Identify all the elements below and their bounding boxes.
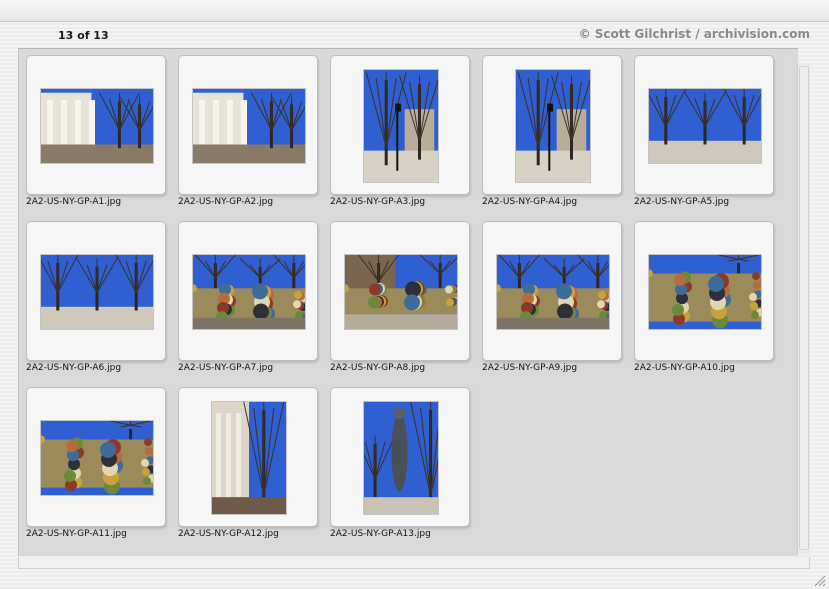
copyright-notice: © Scott Gilchrist / archivision.com — [578, 27, 810, 41]
thumbnail-filename: 2A2-US-NY-GP-A5.jpg — [634, 197, 730, 207]
thumbnail-item[interactable]: 2A2-US-NY-GP-A3.jpg — [323, 49, 473, 209]
horizontal-scroll-area[interactable] — [18, 557, 810, 569]
thumbnail-image[interactable] — [649, 255, 761, 329]
thumbnail-card[interactable] — [330, 221, 470, 361]
thumbnail-item[interactable]: 2A2-US-NY-GP-A13.jpg — [323, 381, 473, 541]
window-top-bar — [0, 0, 829, 22]
thumbnail-item[interactable]: 2A2-US-NY-GP-A9.jpg — [475, 215, 625, 375]
thumbnail-item[interactable]: 2A2-US-NY-GP-A6.jpg — [19, 215, 169, 375]
thumbnail-grid: 2A2-US-NY-GP-A1.jpg 2A2-US-NY-GP-A2.jpg 2A… — [18, 48, 798, 556]
thumbnail-card[interactable] — [26, 55, 166, 195]
thumbnail-image[interactable] — [345, 255, 457, 329]
thumbnail-filename: 2A2-US-NY-GP-A1.jpg — [26, 197, 122, 207]
vertical-scrollbar[interactable] — [797, 64, 810, 554]
thumbnail-image[interactable] — [193, 89, 305, 163]
thumbnail-filename: 2A2-US-NY-GP-A12.jpg — [178, 529, 279, 539]
thumbnail-filename: 2A2-US-NY-GP-A11.jpg — [26, 529, 127, 539]
thumbnail-item[interactable]: 2A2-US-NY-GP-A8.jpg — [323, 215, 473, 375]
thumbnail-item[interactable]: 2A2-US-NY-GP-A4.jpg — [475, 49, 625, 209]
thumbnail-filename: 2A2-US-NY-GP-A4.jpg — [482, 197, 578, 207]
thumbnail-card[interactable] — [634, 221, 774, 361]
thumbnail-filename: 2A2-US-NY-GP-A10.jpg — [634, 363, 735, 373]
thumbnail-image[interactable] — [516, 70, 590, 182]
thumbnail-filename: 2A2-US-NY-GP-A3.jpg — [330, 197, 426, 207]
thumbnail-image[interactable] — [41, 89, 153, 163]
thumbnail-card[interactable] — [482, 221, 622, 361]
image-counter: 13 of 13 — [58, 29, 109, 42]
scrollbar-thumb[interactable] — [799, 66, 809, 550]
thumbnail-card[interactable] — [178, 55, 318, 195]
thumbnail-item[interactable]: 2A2-US-NY-GP-A5.jpg — [627, 49, 777, 209]
thumbnail-card[interactable] — [26, 221, 166, 361]
thumbnail-image[interactable] — [41, 255, 153, 329]
thumbnail-card[interactable] — [330, 55, 470, 195]
thumbnail-filename: 2A2-US-NY-GP-A8.jpg — [330, 363, 426, 373]
thumbnail-item[interactable]: 2A2-US-NY-GP-A12.jpg — [171, 381, 321, 541]
thumbnail-image[interactable] — [193, 255, 305, 329]
thumbnail-card[interactable] — [330, 387, 470, 527]
thumbnail-filename: 2A2-US-NY-GP-A2.jpg — [178, 197, 274, 207]
thumbnail-item[interactable]: 2A2-US-NY-GP-A2.jpg — [171, 49, 321, 209]
thumbnail-card[interactable] — [482, 55, 622, 195]
thumbnail-image[interactable] — [41, 421, 153, 495]
thumbnail-image[interactable] — [497, 255, 609, 329]
thumbnail-card[interactable] — [634, 55, 774, 195]
thumbnail-filename: 2A2-US-NY-GP-A6.jpg — [26, 363, 122, 373]
thumbnail-filename: 2A2-US-NY-GP-A9.jpg — [482, 363, 578, 373]
thumbnail-item[interactable]: 2A2-US-NY-GP-A1.jpg — [19, 49, 169, 209]
viewer-header: 13 of 13 © Scott Gilchrist / archivision… — [18, 24, 814, 46]
thumbnail-image[interactable] — [649, 89, 761, 163]
thumbnail-filename: 2A2-US-NY-GP-A13.jpg — [330, 529, 431, 539]
thumbnail-card[interactable] — [178, 221, 318, 361]
thumbnail-image[interactable] — [364, 402, 438, 514]
thumbnail-image[interactable] — [364, 70, 438, 182]
thumbnail-filename: 2A2-US-NY-GP-A7.jpg — [178, 363, 274, 373]
thumbnail-item[interactable]: 2A2-US-NY-GP-A7.jpg — [171, 215, 321, 375]
thumbnail-card[interactable] — [26, 387, 166, 527]
thumbnail-card[interactable] — [178, 387, 318, 527]
thumbnail-image[interactable] — [212, 402, 286, 514]
resize-grip-icon[interactable] — [812, 572, 826, 587]
thumbnail-item[interactable]: 2A2-US-NY-GP-A10.jpg — [627, 215, 777, 375]
thumbnail-item[interactable]: 2A2-US-NY-GP-A11.jpg — [19, 381, 169, 541]
